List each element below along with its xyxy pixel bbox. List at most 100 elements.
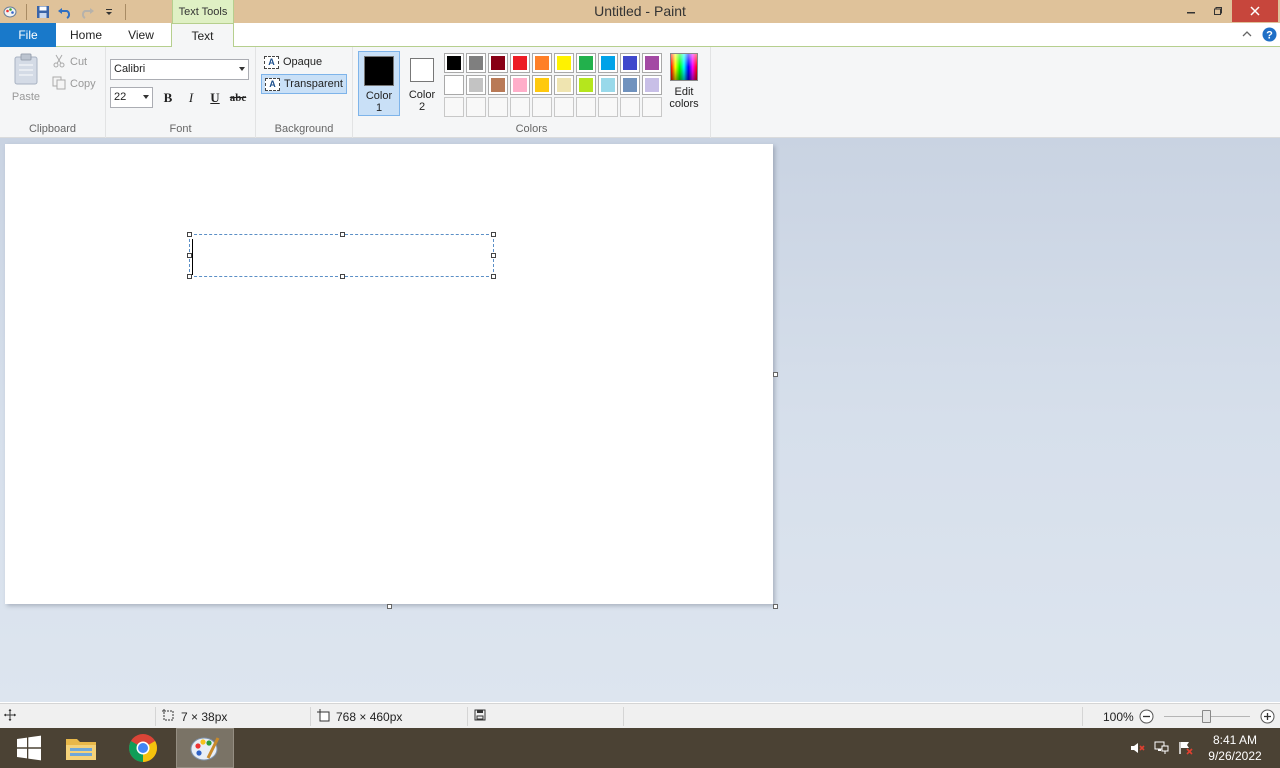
swatch-fill bbox=[623, 78, 637, 92]
volume-muted-icon[interactable] bbox=[1128, 728, 1148, 768]
color2-swatch bbox=[410, 58, 434, 82]
minimize-button[interactable] bbox=[1178, 0, 1204, 22]
system-clock[interactable]: 8:41 AM 9/26/2022 bbox=[1196, 732, 1274, 764]
custom-color-slot[interactable] bbox=[488, 97, 508, 117]
text-box[interactable] bbox=[187, 232, 496, 279]
custom-color-slot[interactable] bbox=[532, 97, 552, 117]
font-size-dropdown[interactable]: 22 bbox=[110, 87, 153, 108]
palette-swatch[interactable] bbox=[554, 53, 574, 73]
copy-label: Copy bbox=[70, 78, 96, 90]
font-family-dropdown[interactable]: Calibri bbox=[110, 59, 249, 80]
text-box-handle[interactable] bbox=[491, 253, 496, 258]
transparent-button[interactable]: A Transparent bbox=[261, 74, 347, 94]
palette-swatch[interactable] bbox=[444, 53, 464, 73]
cut-button[interactable]: Cut bbox=[52, 53, 87, 71]
strikethrough-button[interactable]: abc bbox=[228, 88, 248, 108]
italic-button[interactable]: I bbox=[181, 88, 201, 108]
tab-view[interactable]: View bbox=[114, 23, 168, 47]
custom-color-slot[interactable] bbox=[598, 97, 618, 117]
text-box-handle[interactable] bbox=[187, 274, 192, 279]
custom-color-slot[interactable] bbox=[466, 97, 486, 117]
palette-swatch[interactable] bbox=[598, 75, 618, 95]
chrome-icon bbox=[129, 734, 157, 762]
network-icon[interactable] bbox=[1152, 728, 1172, 768]
help-icon[interactable]: ? bbox=[1261, 26, 1277, 42]
palette-swatch[interactable] bbox=[598, 53, 618, 73]
text-box-handle[interactable] bbox=[187, 232, 192, 237]
zoom-slider-thumb[interactable] bbox=[1202, 710, 1211, 723]
palette-swatch[interactable] bbox=[532, 75, 552, 95]
palette-swatch[interactable] bbox=[642, 75, 662, 95]
opaque-button[interactable]: A Opaque bbox=[261, 52, 325, 72]
qat-separator bbox=[26, 3, 27, 20]
palette-swatch[interactable] bbox=[488, 53, 508, 73]
color2-button[interactable]: Color 2 bbox=[401, 51, 443, 116]
swatch-fill bbox=[535, 56, 549, 70]
restore-button[interactable] bbox=[1205, 0, 1231, 22]
edit-colors-label-b: colors bbox=[669, 98, 699, 110]
disk-icon bbox=[474, 709, 486, 724]
action-center-icon[interactable] bbox=[1176, 728, 1196, 768]
palette-swatch[interactable] bbox=[620, 53, 640, 73]
undo-icon[interactable] bbox=[57, 4, 73, 20]
palette-swatch[interactable] bbox=[620, 75, 640, 95]
copy-button[interactable]: Copy bbox=[52, 75, 96, 93]
canvas-size-icon bbox=[317, 708, 330, 725]
file-explorer-button[interactable] bbox=[52, 728, 110, 768]
taskbar: 8:41 AM 9/26/2022 bbox=[0, 728, 1280, 768]
palette-swatch[interactable] bbox=[510, 53, 530, 73]
close-button[interactable] bbox=[1232, 0, 1278, 22]
save-icon[interactable] bbox=[35, 4, 51, 20]
clock-date: 9/26/2022 bbox=[1208, 749, 1262, 763]
canvas-workspace bbox=[0, 138, 1280, 702]
text-box-handle[interactable] bbox=[491, 232, 496, 237]
palette-swatch[interactable] bbox=[554, 75, 574, 95]
palette-swatch[interactable] bbox=[510, 75, 530, 95]
canvas-resize-handle-corner[interactable] bbox=[773, 604, 778, 609]
palette-swatch[interactable] bbox=[532, 53, 552, 73]
custom-color-slot[interactable] bbox=[620, 97, 640, 117]
start-button[interactable] bbox=[0, 728, 58, 768]
title-bar: Text Tools Untitled - Paint bbox=[0, 0, 1280, 23]
bold-button[interactable]: B bbox=[158, 88, 178, 108]
text-box-handle[interactable] bbox=[187, 253, 192, 258]
palette-swatch[interactable] bbox=[466, 75, 486, 95]
canvas-resize-handle-bottom[interactable] bbox=[387, 604, 392, 609]
palette-swatch[interactable] bbox=[466, 53, 486, 73]
edit-colors-button[interactable]: Edit colors bbox=[666, 53, 702, 110]
custom-color-slot[interactable] bbox=[576, 97, 596, 117]
palette-swatch[interactable] bbox=[642, 53, 662, 73]
canvas-resize-handle-right[interactable] bbox=[773, 372, 778, 377]
text-box-handle[interactable] bbox=[340, 274, 345, 279]
tab-text[interactable]: Text bbox=[171, 23, 234, 48]
palette-swatch[interactable] bbox=[576, 53, 596, 73]
clipboard-group-label: Clipboard bbox=[28, 123, 77, 135]
custom-color-slot[interactable] bbox=[444, 97, 464, 117]
palette-swatch[interactable] bbox=[488, 75, 508, 95]
palette-swatch[interactable] bbox=[444, 75, 464, 95]
minimize-ribbon-icon[interactable] bbox=[1240, 26, 1254, 42]
redo-icon[interactable] bbox=[79, 4, 95, 20]
paint-taskbar-button[interactable] bbox=[176, 728, 234, 768]
paste-button[interactable]: Paste bbox=[6, 53, 46, 107]
text-tools-contextual-label: Text Tools bbox=[172, 0, 234, 23]
custom-color-slot[interactable] bbox=[510, 97, 530, 117]
ribbon: Paste Cut Copy Clipboard Font Calibri 22… bbox=[0, 47, 1280, 138]
tab-home[interactable]: Home bbox=[58, 23, 114, 47]
chrome-button[interactable] bbox=[114, 728, 172, 768]
custom-color-slot[interactable] bbox=[554, 97, 574, 117]
text-box-handle[interactable] bbox=[340, 232, 345, 237]
custom-color-slot[interactable] bbox=[642, 97, 662, 117]
status-separator bbox=[623, 707, 624, 726]
drawing-canvas[interactable] bbox=[5, 144, 773, 604]
swatch-fill bbox=[645, 78, 659, 92]
zoom-out-button[interactable] bbox=[1139, 704, 1154, 729]
text-box-handle[interactable] bbox=[491, 274, 496, 279]
underline-button[interactable]: U bbox=[205, 88, 225, 108]
paint-app-icon[interactable] bbox=[2, 4, 18, 20]
color1-button[interactable]: Color 1 bbox=[358, 51, 400, 116]
palette-swatch[interactable] bbox=[576, 75, 596, 95]
tab-file[interactable]: File bbox=[0, 23, 56, 47]
zoom-in-button[interactable] bbox=[1260, 704, 1275, 729]
customize-qat-icon[interactable] bbox=[101, 4, 117, 20]
